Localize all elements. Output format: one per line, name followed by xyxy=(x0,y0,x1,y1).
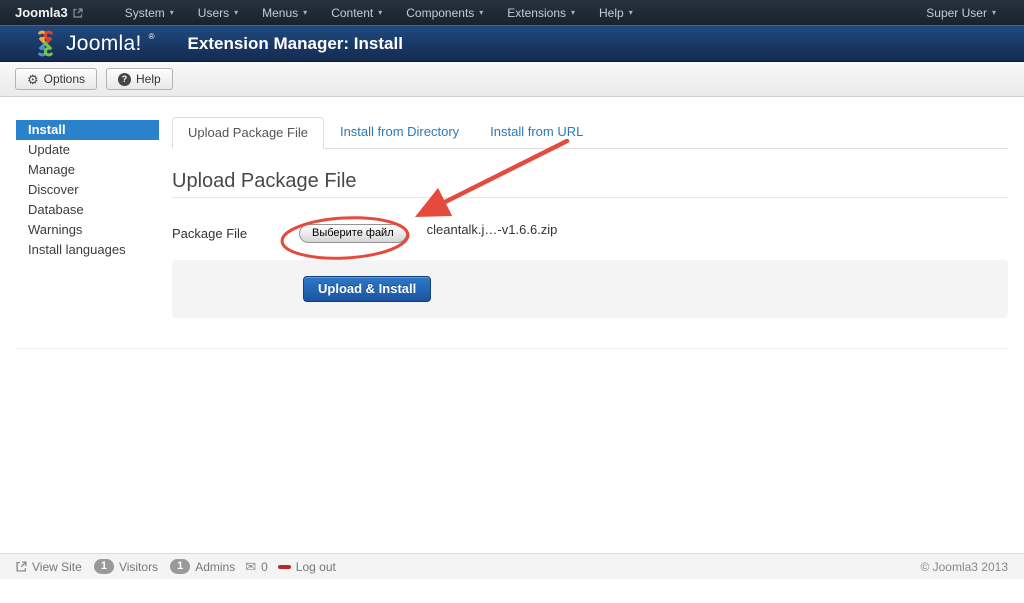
menu-system[interactable]: System▾ xyxy=(113,0,186,25)
caret-down-icon: ▾ xyxy=(992,9,996,17)
form-actions: Upload & Install xyxy=(172,260,1008,318)
site-brand-link[interactable]: Joomla3 xyxy=(15,5,83,20)
toolbar: ⚙ Options ? Help xyxy=(0,62,1024,97)
logo-registered-mark: ® xyxy=(149,32,155,41)
caret-down-icon: ▾ xyxy=(571,9,575,17)
app-header: Joomla! ® Extension Manager: Install xyxy=(0,25,1024,62)
visitors-label: Visitors xyxy=(119,560,158,574)
help-button[interactable]: ? Help xyxy=(106,68,173,90)
brand-label: Joomla3 xyxy=(15,5,68,20)
options-button[interactable]: ⚙ Options xyxy=(15,68,97,90)
options-button-label: Options xyxy=(44,72,85,86)
caret-down-icon: ▾ xyxy=(234,9,238,17)
heading-divider xyxy=(172,197,1008,198)
visitors-status: 1 Visitors xyxy=(94,559,158,574)
sidebar-item-update[interactable]: Update xyxy=(16,140,159,160)
main-panel: Upload Package File Install from Directo… xyxy=(172,117,1008,318)
caret-down-icon: ▾ xyxy=(629,9,633,17)
caret-down-icon: ▾ xyxy=(378,9,382,17)
caret-down-icon: ▾ xyxy=(303,9,307,17)
logout-icon xyxy=(278,565,291,569)
copyright-text: © Joomla3 2013 xyxy=(920,560,1008,574)
content-area: Install Update Manage Discover Database … xyxy=(0,97,1024,318)
menu-content[interactable]: Content▾ xyxy=(319,0,394,25)
help-icon: ? xyxy=(118,73,131,86)
menu-extensions[interactable]: Extensions▾ xyxy=(495,0,587,25)
external-link-icon xyxy=(16,561,27,572)
menu-components[interactable]: Components▾ xyxy=(394,0,495,25)
external-link-icon xyxy=(73,8,83,18)
sidebar-item-manage[interactable]: Manage xyxy=(16,160,159,180)
status-bar: View Site 1 Visitors 1 Admins ✉ 0 Log ou… xyxy=(0,553,1024,579)
messages-count: 0 xyxy=(261,560,268,574)
package-file-label: Package File xyxy=(172,226,299,241)
admin-menubar: Joomla3 System▾ Users▾ Menus▾ Content▾ C… xyxy=(0,0,1024,25)
visitors-count-badge: 1 xyxy=(94,559,114,574)
choose-file-button[interactable]: Выберите файл xyxy=(299,224,407,243)
view-site-link[interactable]: View Site xyxy=(16,560,82,574)
user-menu[interactable]: Super User▾ xyxy=(914,0,1008,25)
logo-text: Joomla! xyxy=(66,32,142,56)
section-heading: Upload Package File xyxy=(172,171,1008,191)
sidebar-item-install-languages[interactable]: Install languages xyxy=(16,240,159,260)
menu-menus[interactable]: Menus▾ xyxy=(250,0,319,25)
tab-install-from-directory[interactable]: Install from Directory xyxy=(325,117,474,149)
page-title: Extension Manager: Install xyxy=(188,34,403,54)
sidebar-item-discover[interactable]: Discover xyxy=(16,180,159,200)
tab-bar: Upload Package File Install from Directo… xyxy=(172,117,1008,149)
envelope-icon: ✉ xyxy=(245,560,256,573)
help-button-label: Help xyxy=(136,72,161,86)
sidebar-item-install[interactable]: Install xyxy=(16,120,159,140)
tab-install-from-url[interactable]: Install from URL xyxy=(475,117,598,149)
logout-link[interactable]: Log out xyxy=(278,560,336,574)
tab-upload-package-file[interactable]: Upload Package File xyxy=(172,117,324,149)
sidebar-nav: Install Update Manage Discover Database … xyxy=(16,117,159,260)
selected-file-name: cleantalk.j…-v1.6.6.zip xyxy=(427,222,558,237)
sidebar-item-database[interactable]: Database xyxy=(16,200,159,220)
joomla-logo: Joomla! ® xyxy=(32,30,155,57)
menu-help[interactable]: Help▾ xyxy=(587,0,645,25)
view-site-label: View Site xyxy=(32,560,82,574)
package-file-row: Package File Выберите файл cleantalk.j…-… xyxy=(172,224,1008,243)
joomla-logo-icon xyxy=(32,30,59,57)
admins-label: Admins xyxy=(195,560,235,574)
sidebar-item-warnings[interactable]: Warnings xyxy=(16,220,159,240)
caret-down-icon: ▾ xyxy=(170,9,174,17)
admins-status: 1 Admins xyxy=(170,559,235,574)
upload-install-button[interactable]: Upload & Install xyxy=(303,276,431,302)
content-bottom-divider xyxy=(16,348,1008,349)
caret-down-icon: ▾ xyxy=(479,9,483,17)
menu-users[interactable]: Users▾ xyxy=(186,0,250,25)
messages-link[interactable]: ✉ 0 xyxy=(245,560,268,574)
admins-count-badge: 1 xyxy=(170,559,190,574)
gear-icon: ⚙ xyxy=(27,73,39,86)
logout-label: Log out xyxy=(296,560,336,574)
